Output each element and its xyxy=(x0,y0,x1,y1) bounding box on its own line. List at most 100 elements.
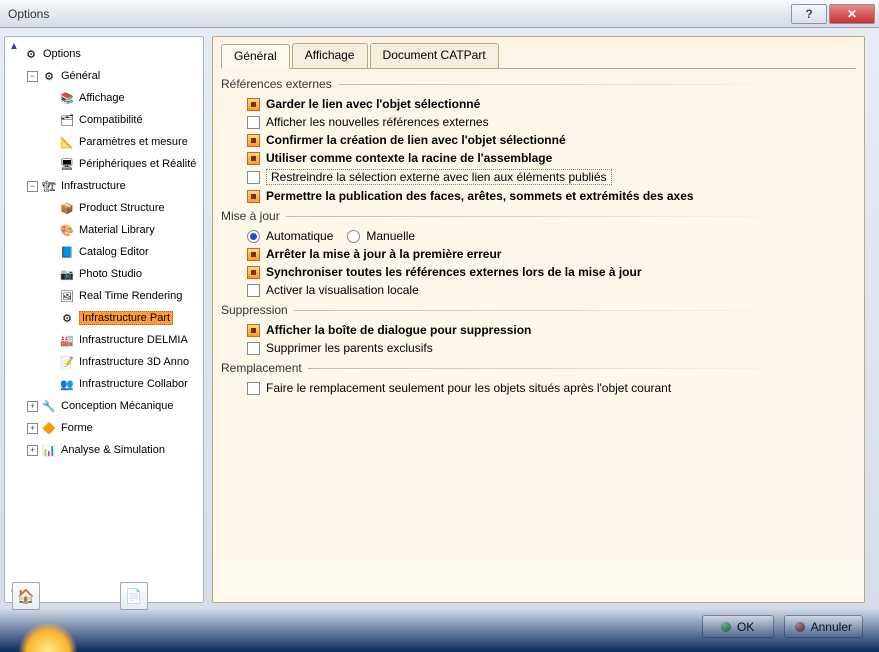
tree-item-label: Catalog Editor xyxy=(79,246,149,258)
tree-item-compatibilit-[interactable]: 🗂Compatibilité xyxy=(7,109,201,131)
options-tree: ▲ ⚙ Options −⚙Général📚Affichage🗂Compatib… xyxy=(4,36,204,603)
expand-icon[interactable]: + xyxy=(27,423,38,434)
expand-icon[interactable]: + xyxy=(27,445,38,456)
window-title: Options xyxy=(8,7,789,21)
checkbox[interactable] xyxy=(247,116,260,129)
option-label: Faire le remplacement seulement pour les… xyxy=(266,381,671,395)
tree-item-material-library[interactable]: 🎨 Material Library xyxy=(7,219,201,241)
tree-item-label: Général xyxy=(61,70,100,82)
tree-item-label: Product Structure xyxy=(79,202,165,214)
content-panel: GénéralAffichageDocument CATPart Référen… xyxy=(212,36,865,603)
tree-item-label: Photo Studio xyxy=(79,268,142,280)
scroll-up-icon[interactable]: ▲ xyxy=(9,41,19,51)
option-row: Permettre la publication des faces, arêt… xyxy=(221,187,852,205)
tree-item-label: Forme xyxy=(61,422,93,434)
tree-item-real-time-rendering[interactable]: 🖼 Real Time Rendering xyxy=(7,285,201,307)
option-label: Arrêter la mise à jour à la première err… xyxy=(266,247,501,261)
tree-item-label: Infrastructure DELMIA xyxy=(79,334,188,346)
checkbox[interactable] xyxy=(247,248,260,261)
option-label: Afficher les nouvelles références extern… xyxy=(266,115,489,129)
tab-document-catpart[interactable]: Document CATPart xyxy=(370,43,499,68)
reset-tool-button[interactable]: 🏠 xyxy=(12,582,40,610)
tree-item-conception-m-canique[interactable]: +🔧Conception Mécanique xyxy=(7,395,201,417)
tree-icon: 📘 xyxy=(59,244,75,260)
tree-item-p-riph-riques-et-r-alit-[interactable]: 🖥 Périphériques et Réalité xyxy=(7,153,201,175)
ok-button[interactable]: OK xyxy=(702,615,774,638)
checkbox[interactable] xyxy=(247,190,260,203)
checkbox[interactable] xyxy=(247,171,260,184)
tree-item-label: Conception Mécanique xyxy=(61,400,174,412)
checkbox[interactable] xyxy=(247,134,260,147)
tree-icon: 🖼 xyxy=(59,288,75,304)
tree-item-label: Périphériques et Réalité xyxy=(79,158,196,170)
tree-item-infrastructure-3d-anno[interactable]: 📝Infrastructure 3D Anno xyxy=(7,351,201,373)
tree-item-param-tres-et-mesure[interactable]: 📐 Paramètres et mesure xyxy=(7,131,201,153)
titlebar: Options ? ✕ xyxy=(0,0,879,28)
tab-g-n-ral[interactable]: Général xyxy=(221,44,290,69)
options-icon: ⚙ xyxy=(23,46,39,62)
help-button[interactable]: ? xyxy=(791,4,827,24)
option-row: Confirmer la création de lien avec l'obj… xyxy=(221,131,852,149)
tree-icon: 📚 xyxy=(59,90,75,106)
group-remplacement: Remplacement xyxy=(221,361,852,375)
radio-manuelle[interactable]: Manuelle xyxy=(347,229,415,243)
tree-item-label: Infrastructure Collabor xyxy=(79,378,188,390)
tree-item-infrastructure-part[interactable]: ⚙Infrastructure Part xyxy=(7,307,201,329)
save-tool-button[interactable]: 📄 xyxy=(120,582,148,610)
tree-item-forme[interactable]: +🔶 Forme xyxy=(7,417,201,439)
checkbox[interactable] xyxy=(247,98,260,111)
group-suppression: Suppression xyxy=(221,303,852,317)
tree-item-label: Real Time Rendering xyxy=(79,290,182,302)
group-references-externes: Références externes xyxy=(221,77,852,91)
tree-icon: 🎨 xyxy=(59,222,75,238)
ok-dot-icon xyxy=(721,622,731,632)
tree-item-label: Analyse & Simulation xyxy=(61,444,165,456)
expand-icon[interactable]: − xyxy=(27,71,38,82)
option-row: Restreindre la sélection externe avec li… xyxy=(221,167,852,187)
radio-automatique[interactable]: Automatique xyxy=(247,229,333,243)
expand-icon[interactable]: + xyxy=(27,401,38,412)
tree-icon: ⚙ xyxy=(59,310,75,326)
tree-item-label: Infrastructure 3D Anno xyxy=(79,356,189,368)
tree-item-infrastructure-collabor[interactable]: 👥 Infrastructure Collabor xyxy=(7,373,201,395)
tree-item-photo-studio[interactable]: 📷Photo Studio xyxy=(7,263,201,285)
tree-item-affichage[interactable]: 📚 Affichage xyxy=(7,87,201,109)
tree-item-label: Affichage xyxy=(79,92,125,104)
tree-item-infrastructure-delmia[interactable]: 🏭 Infrastructure DELMIA xyxy=(7,329,201,351)
checkbox[interactable] xyxy=(247,284,260,297)
tree-icon: 🔶 xyxy=(41,420,57,436)
radio-icon xyxy=(247,230,260,243)
tree-icon: 🏭 xyxy=(59,332,75,348)
tree-item-g-n-ral[interactable]: −⚙Général xyxy=(7,65,201,87)
group-mise-a-jour: Mise à jour xyxy=(221,209,852,223)
tree-item-infrastructure[interactable]: −🏗 Infrastructure xyxy=(7,175,201,197)
tree-item-label: Infrastructure xyxy=(61,180,126,192)
checkbox[interactable] xyxy=(247,324,260,337)
tree-item-label: Material Library xyxy=(79,224,155,236)
expand-icon[interactable]: − xyxy=(27,181,38,192)
tree-icon: 📊 xyxy=(41,442,57,458)
option-label: Synchroniser toutes les références exter… xyxy=(266,265,642,279)
option-label: Garder le lien avec l'objet sélectionné xyxy=(266,97,480,111)
tree-icon: 👥 xyxy=(59,376,75,392)
option-row: Afficher les nouvelles références extern… xyxy=(221,113,852,131)
tree-item-label: Paramètres et mesure xyxy=(79,136,188,148)
tab-affichage[interactable]: Affichage xyxy=(292,43,368,68)
option-label: Supprimer les parents exclusifs xyxy=(266,341,433,355)
tree-icon: 🏗 xyxy=(41,178,57,194)
close-button[interactable]: ✕ xyxy=(829,4,875,24)
tree-item-analyse-simulation[interactable]: +📊 Analyse & Simulation xyxy=(7,439,201,461)
option-row: Faire le remplacement seulement pour les… xyxy=(221,379,852,397)
checkbox[interactable] xyxy=(247,382,260,395)
checkbox[interactable] xyxy=(247,342,260,355)
tree-icon: 📐 xyxy=(59,134,75,150)
cancel-button[interactable]: Annuler xyxy=(784,615,863,638)
checkbox[interactable] xyxy=(247,266,260,279)
checkbox[interactable] xyxy=(247,152,260,165)
option-row: Garder le lien avec l'objet sélectionné xyxy=(221,95,852,113)
option-row: Activer la visualisation locale xyxy=(221,281,852,299)
tree-item-product-structure[interactable]: 📦Product Structure xyxy=(7,197,201,219)
tree-item-catalog-editor[interactable]: 📘 Catalog Editor xyxy=(7,241,201,263)
tree-root[interactable]: ⚙ Options xyxy=(7,43,201,65)
tree-icon: 🖥 xyxy=(59,156,75,172)
